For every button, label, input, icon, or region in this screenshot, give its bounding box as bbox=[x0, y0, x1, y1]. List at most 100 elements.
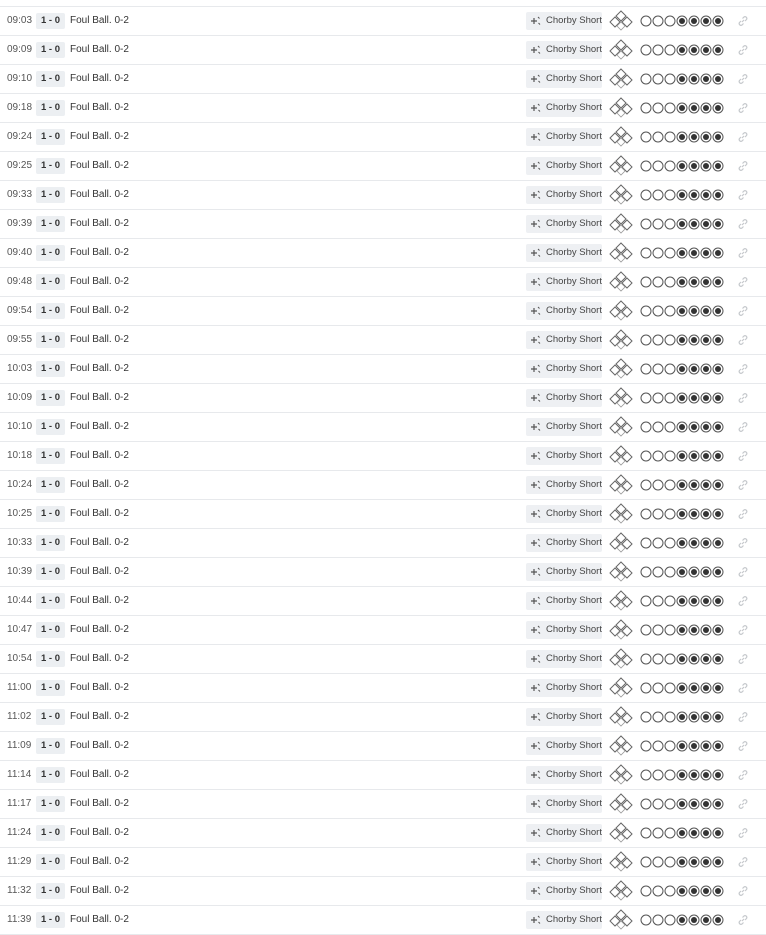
count-empty-circle-icon bbox=[652, 798, 664, 810]
count-filled-circle-icon bbox=[676, 653, 688, 665]
player-swap-icon bbox=[529, 102, 541, 114]
count-filled-circle-icon bbox=[688, 856, 700, 868]
link-icon[interactable] bbox=[737, 479, 749, 491]
player-chip[interactable]: Chorby Short bbox=[526, 534, 602, 552]
player-chip[interactable]: Chorby Short bbox=[526, 157, 602, 175]
player-chip[interactable]: Chorby Short bbox=[526, 273, 602, 291]
count-empty-circle-icon bbox=[664, 537, 676, 549]
link-icon[interactable] bbox=[737, 363, 749, 375]
count-filled-circle-icon bbox=[688, 914, 700, 926]
player-chip[interactable]: Chorby Short bbox=[526, 99, 602, 117]
link-icon[interactable] bbox=[737, 740, 749, 752]
player-name: Chorby Short bbox=[546, 305, 602, 316]
link-icon[interactable] bbox=[737, 15, 749, 27]
link-icon[interactable] bbox=[737, 44, 749, 56]
count-filled-circle-icon bbox=[700, 218, 712, 230]
event-time: 09:48 bbox=[7, 276, 33, 287]
count-empty-circle-icon bbox=[664, 653, 676, 665]
player-chip[interactable]: Chorby Short bbox=[526, 186, 602, 204]
link-icon[interactable] bbox=[737, 856, 749, 868]
link-icon[interactable] bbox=[737, 276, 749, 288]
player-chip[interactable]: Chorby Short bbox=[526, 824, 602, 842]
link-icon[interactable] bbox=[737, 595, 749, 607]
count-filled-circle-icon bbox=[712, 682, 724, 694]
player-chip[interactable]: Chorby Short bbox=[526, 12, 602, 30]
count-filled-circle-icon bbox=[700, 653, 712, 665]
count-empty-circle-icon bbox=[652, 44, 664, 56]
player-chip[interactable]: Chorby Short bbox=[526, 360, 602, 378]
player-chip[interactable]: Chorby Short bbox=[526, 592, 602, 610]
link-icon[interactable] bbox=[737, 160, 749, 172]
player-chip[interactable]: Chorby Short bbox=[526, 41, 602, 59]
count-filled-circle-icon bbox=[712, 334, 724, 346]
score-badge: 1 - 0 bbox=[36, 419, 66, 435]
bases-diamond-icon bbox=[607, 648, 635, 670]
player-chip[interactable]: Chorby Short bbox=[526, 911, 602, 929]
player-chip[interactable]: Chorby Short bbox=[526, 389, 602, 407]
player-chip[interactable]: Chorby Short bbox=[526, 331, 602, 349]
player-chip[interactable]: Chorby Short bbox=[526, 476, 602, 494]
player-chip[interactable]: Chorby Short bbox=[526, 215, 602, 233]
count-empty-circle-icon bbox=[652, 856, 664, 868]
link-icon[interactable] bbox=[737, 624, 749, 636]
score-badge: 1 - 0 bbox=[36, 390, 66, 406]
link-icon[interactable] bbox=[737, 653, 749, 665]
link-icon[interactable] bbox=[737, 392, 749, 404]
count-filled-circle-icon bbox=[700, 102, 712, 114]
player-chip[interactable]: Chorby Short bbox=[526, 505, 602, 523]
player-chip[interactable]: Chorby Short bbox=[526, 621, 602, 639]
player-chip[interactable]: Chorby Short bbox=[526, 302, 602, 320]
count-empty-circle-icon bbox=[652, 392, 664, 404]
link-icon[interactable] bbox=[737, 827, 749, 839]
link-icon[interactable] bbox=[737, 73, 749, 85]
link-icon[interactable] bbox=[737, 131, 749, 143]
link-icon[interactable] bbox=[737, 334, 749, 346]
player-chip[interactable]: Chorby Short bbox=[526, 244, 602, 262]
player-swap-icon bbox=[529, 276, 541, 288]
link-icon[interactable] bbox=[737, 218, 749, 230]
link-icon[interactable] bbox=[737, 711, 749, 723]
link-icon[interactable] bbox=[737, 421, 749, 433]
link-icon[interactable] bbox=[737, 247, 749, 259]
player-name: Chorby Short bbox=[546, 131, 602, 142]
link-icon[interactable] bbox=[737, 769, 749, 781]
player-chip[interactable]: Chorby Short bbox=[526, 766, 602, 784]
player-chip[interactable]: Chorby Short bbox=[526, 563, 602, 581]
count-filled-circle-icon bbox=[712, 566, 724, 578]
player-chip[interactable]: Chorby Short bbox=[526, 650, 602, 668]
player-chip[interactable]: Chorby Short bbox=[526, 418, 602, 436]
link-icon[interactable] bbox=[737, 537, 749, 549]
player-chip[interactable]: Chorby Short bbox=[526, 737, 602, 755]
link-icon[interactable] bbox=[737, 102, 749, 114]
count-empty-circle-icon bbox=[640, 15, 652, 27]
player-name: Chorby Short bbox=[546, 827, 602, 838]
count-filled-circle-icon bbox=[712, 15, 724, 27]
bases-diamond-icon bbox=[607, 503, 635, 525]
link-icon[interactable] bbox=[737, 189, 749, 201]
player-chip[interactable]: Chorby Short bbox=[526, 70, 602, 88]
count-empty-circle-icon bbox=[640, 537, 652, 549]
player-chip[interactable]: Chorby Short bbox=[526, 679, 602, 697]
player-chip[interactable]: Chorby Short bbox=[526, 708, 602, 726]
link-icon[interactable] bbox=[737, 305, 749, 317]
link-icon[interactable] bbox=[737, 508, 749, 520]
player-chip[interactable]: Chorby Short bbox=[526, 447, 602, 465]
link-icon[interactable] bbox=[737, 885, 749, 897]
player-chip[interactable]: Chorby Short bbox=[526, 853, 602, 871]
count-filled-circle-icon bbox=[688, 798, 700, 810]
player-chip[interactable]: Chorby Short bbox=[526, 795, 602, 813]
player-chip[interactable]: Chorby Short bbox=[526, 128, 602, 146]
count-filled-circle-icon bbox=[676, 73, 688, 85]
count-filled-circle-icon bbox=[676, 247, 688, 259]
count-empty-circle-icon bbox=[664, 421, 676, 433]
event-description: Foul Ball. 0-2 bbox=[70, 160, 129, 171]
player-chip[interactable]: Chorby Short bbox=[526, 882, 602, 900]
link-icon[interactable] bbox=[737, 566, 749, 578]
link-icon[interactable] bbox=[737, 682, 749, 694]
bases-diamond-icon bbox=[607, 271, 635, 293]
score-badge: 1 - 0 bbox=[36, 332, 66, 348]
link-icon[interactable] bbox=[737, 450, 749, 462]
link-icon[interactable] bbox=[737, 798, 749, 810]
count-filled-circle-icon bbox=[676, 189, 688, 201]
link-icon[interactable] bbox=[737, 914, 749, 926]
